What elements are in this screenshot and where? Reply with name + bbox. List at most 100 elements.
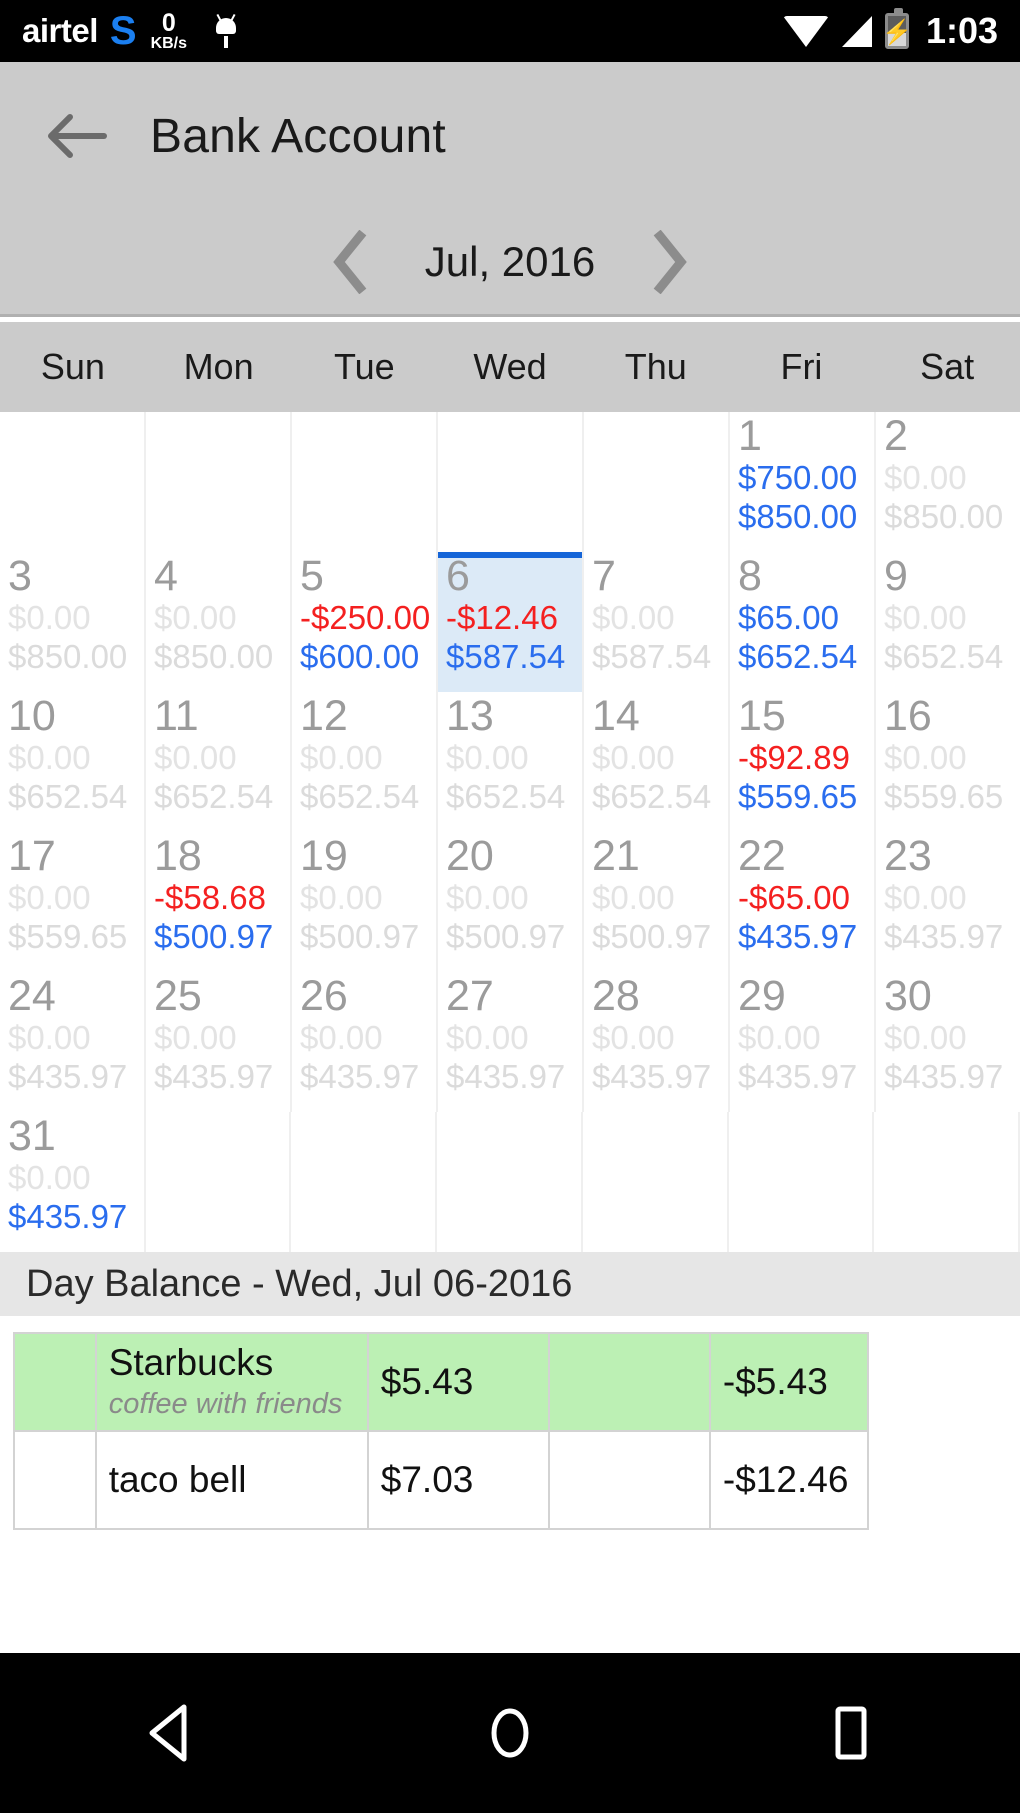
nav-back-triangle-icon[interactable] [95,1678,245,1788]
transaction-running-total: -$5.43 [722,1361,828,1402]
weekday-tue: Tue [333,346,395,387]
calendar-day-change: $0.00 [884,739,967,777]
calendar-day-balance: $559.65 [8,918,128,956]
chevron-right-icon[interactable] [635,222,705,302]
calendar-day-cell-17[interactable]: 17 $0.00 $559.65 [0,832,146,972]
signal-icon [841,15,872,47]
calendar-day-change: $0.00 [884,1019,967,1057]
calendar-day-balance: $559.65 [738,778,858,816]
calendar-day-cell-1[interactable]: 1 $750.00 $850.00 [730,412,876,552]
calendar-day-cell-24[interactable]: 24 $0.00 $435.97 [0,972,146,1112]
calendar-day-number: 18 [154,832,202,880]
calendar-day-cell-13[interactable]: 13 $0.00 $652.54 [438,692,584,832]
transaction-amount-cell: $7.03 [366,1430,551,1530]
network-speed-value: 0 [161,8,176,37]
calendar-day-number: 2 [884,412,908,460]
calendar-day-cell-23[interactable]: 23 $0.00 $435.97 [876,832,1020,972]
calendar-day-cell-15[interactable]: 15 -$92.89 $559.65 [730,692,876,832]
calendar-day-cell-4[interactable]: 4 $0.00 $850.00 [146,552,292,692]
calendar-day-cell-21[interactable]: 21 $0.00 $500.97 [584,832,730,972]
calendar-day-cell-10[interactable]: 10 $0.00 $652.54 [0,692,146,832]
weekday-fri: Fri [780,346,823,387]
calendar-day-change: $0.00 [884,879,967,917]
calendar-day-cell-6[interactable]: 6 -$12.46 $587.54 [438,552,584,692]
weekday-thu: Thu [624,346,687,387]
calendar-day-change: $0.00 [592,879,675,917]
calendar-day-cell-25[interactable]: 25 $0.00 $435.97 [146,972,292,1112]
calendar-day-number: 6 [446,552,470,600]
calendar-day-cell-27[interactable]: 27 $0.00 $435.97 [438,972,584,1112]
calendar-grid: 1 $750.00 $850.00 2 $0.00 $850.00 3 $0.00 $850.0… [0,412,1020,1252]
calendar-day-balance: $500.97 [300,918,420,956]
day-balance-title: Day Balance - Wed, Jul 06-2016 [26,1262,573,1305]
calendar-day-number: 9 [884,552,908,600]
calendar-day-balance: $500.97 [154,918,274,956]
calendar-week-row: 31 $0.00 $435.97 [0,1112,1020,1252]
calendar-day-cell-30[interactable]: 30 $0.00 $435.97 [876,972,1020,1112]
calendar-cell-empty [729,1112,875,1252]
calendar-day-number: 23 [884,832,932,880]
calendar-day-balance: $652.54 [300,778,420,816]
chevron-left-icon[interactable] [315,222,385,302]
transaction-row[interactable]: taco bell $7.03 -$12.46 [13,1430,870,1530]
calendar-day-change: -$65.00 [738,879,850,917]
calendar-day-cell-16[interactable]: 16 $0.00 $559.65 [876,692,1020,832]
nav-home-circle-icon[interactable] [435,1678,585,1788]
calendar-day-balance: $850.00 [884,498,1004,536]
calendar-day-cell-3[interactable]: 3 $0.00 $850.00 [0,552,146,692]
calendar-cell-empty [146,412,292,552]
status-bar-right: ⚡ 1:03 [782,8,1020,52]
transaction-name-cell: taco bell [94,1430,369,1530]
calendar-day-number: 7 [592,552,616,600]
network-speed-unit: KB/s [150,34,188,52]
calendar-day-cell-31[interactable]: 31 $0.00 $435.97 [0,1112,146,1252]
calendar-day-number: 29 [738,972,786,1020]
calendar-day-cell-5[interactable]: 5 -$250.00 $600.00 [292,552,438,692]
calendar-cell-empty [291,1112,438,1252]
calendar-day-change: $0.00 [300,1019,383,1057]
transaction-row[interactable]: Starbucks coffee with friends $5.43 -$5.43 [13,1332,870,1432]
calendar-day-balance: $435.97 [8,1198,128,1236]
calendar-week-row: 10 $0.00 $652.54 11 $0.00 $652.54 12 $0.00 $652.… [0,692,1020,832]
network-speed-indicator: 0 KB/s [150,8,188,52]
weekday-wed: Wed [473,346,547,387]
android-bug-icon [213,13,239,48]
calendar-day-cell-19[interactable]: 19 $0.00 $500.97 [292,832,438,972]
calendar-day-change: -$12.46 [446,599,558,637]
weekday-header: Sun Mon Tue Wed Thu Fri Sat [0,320,1020,412]
calendar-day-cell-28[interactable]: 28 $0.00 $435.97 [584,972,730,1112]
calendar-day-balance: $435.97 [300,1058,420,1096]
calendar-day-change: $0.00 [154,739,237,777]
calendar-day-cell-7[interactable]: 7 $0.00 $587.54 [584,552,730,692]
month-navigation: Jul, 2016 [0,210,1020,317]
back-arrow-icon[interactable] [32,91,122,181]
transaction-name: Starbucks [108,1342,274,1384]
app-bar: Bank Account [0,62,1020,210]
transaction-note: coffee with friends [108,1387,343,1420]
calendar-day-number: 20 [446,832,494,880]
calendar-day-balance: $850.00 [8,638,128,676]
calendar-day-number: 3 [8,552,32,600]
calendar-day-cell-18[interactable]: 18 -$58.68 $500.97 [146,832,292,972]
calendar-day-change: $65.00 [738,599,839,637]
month-label[interactable]: Jul, 2016 [385,238,635,286]
calendar-cell-empty [583,1112,729,1252]
calendar-week-row: 24 $0.00 $435.97 25 $0.00 $435.97 26 $0.00 $435.… [0,972,1020,1112]
calendar-day-cell-26[interactable]: 26 $0.00 $435.97 [292,972,438,1112]
calendar-day-cell-9[interactable]: 9 $0.00 $652.54 [876,552,1020,692]
calendar-day-cell-14[interactable]: 14 $0.00 $652.54 [584,692,730,832]
nav-recents-square-icon[interactable] [775,1678,925,1788]
calendar-day-cell-12[interactable]: 12 $0.00 $652.54 [292,692,438,832]
calendar-day-cell-8[interactable]: 8 $65.00 $652.54 [730,552,876,692]
calendar-day-change: $0.00 [592,1019,675,1057]
calendar-day-cell-20[interactable]: 20 $0.00 $500.97 [438,832,584,972]
calendar-day-balance: $435.97 [8,1058,128,1096]
calendar-day-balance: $850.00 [738,498,858,536]
calendar-day-change: $0.00 [8,1159,91,1197]
calendar-day-cell-11[interactable]: 11 $0.00 $652.54 [146,692,292,832]
calendar-day-cell-22[interactable]: 22 -$65.00 $435.97 [730,832,876,972]
calendar-day-cell-29[interactable]: 29 $0.00 $435.97 [730,972,876,1112]
calendar-day-number: 17 [8,832,56,880]
calendar-day-number: 30 [884,972,932,1020]
calendar-day-cell-2[interactable]: 2 $0.00 $850.00 [876,412,1020,552]
